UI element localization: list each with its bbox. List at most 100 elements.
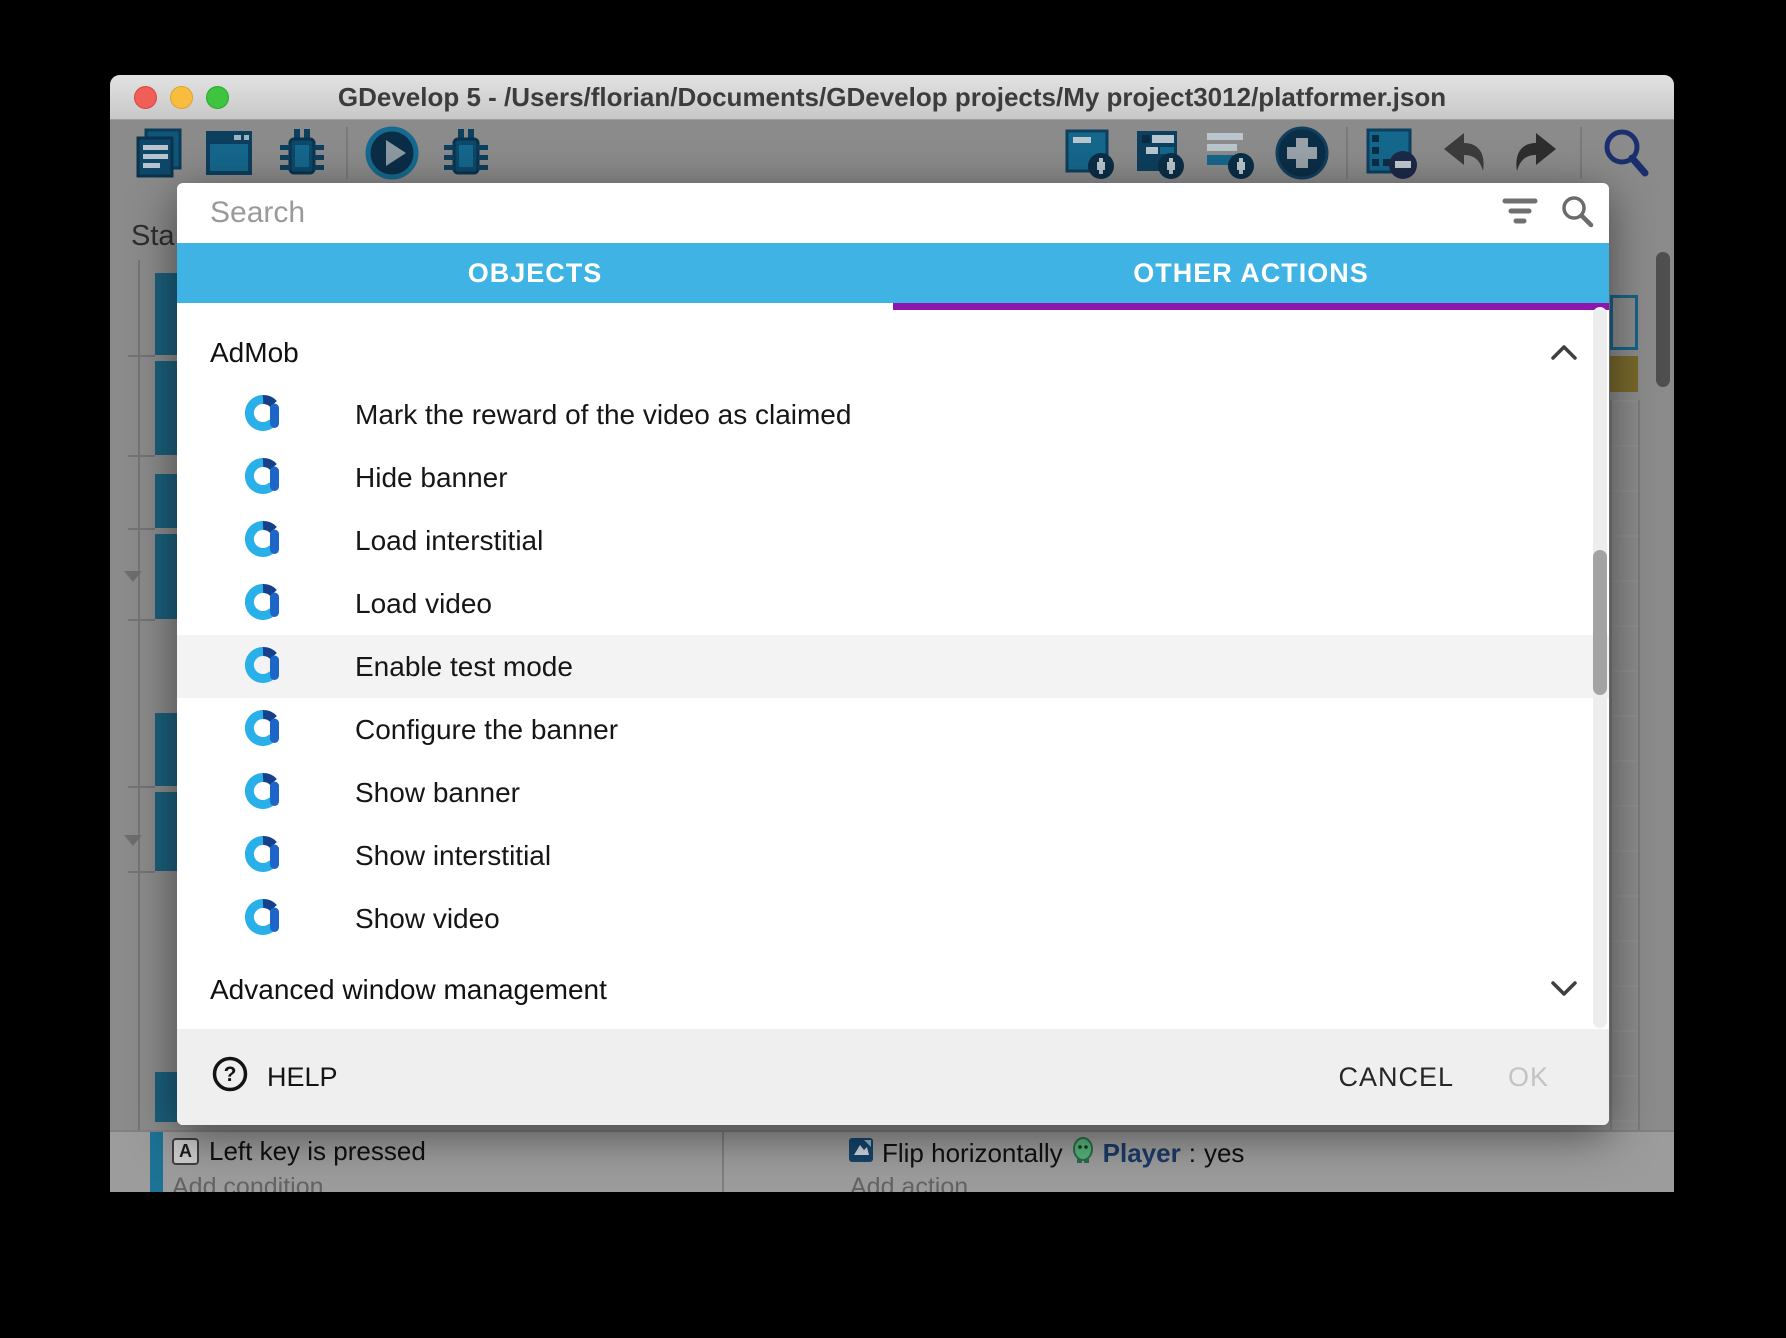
add-event-icon[interactable] <box>1064 125 1118 181</box>
toolbar-separator <box>1580 127 1582 179</box>
search-input[interactable] <box>210 196 1501 230</box>
selected-tab-indicator <box>893 303 1609 310</box>
condition-cell: A Left key is pressed <box>172 1136 426 1167</box>
collapse-arrow-icon <box>124 571 142 582</box>
condition-action-divider <box>722 1132 724 1192</box>
add-sub-event-icon[interactable] <box>1134 125 1188 181</box>
toolbar-separator <box>346 127 348 179</box>
condition-text: Left key is pressed <box>209 1136 426 1167</box>
action-label: Show video <box>355 903 500 935</box>
list-item[interactable]: Load video <box>177 572 1609 635</box>
action-label: Enable test mode <box>355 651 573 683</box>
list-item[interactable]: Configure the banner <box>177 698 1609 761</box>
add-condition-link: Add condition <box>172 1173 324 1192</box>
action-text: Flip horizontally <box>882 1138 1063 1169</box>
action-label: Show interstitial <box>355 840 551 872</box>
window-title: GDevelop 5 - /Users/florian/Documents/GD… <box>110 82 1674 113</box>
debug-preview-icon[interactable] <box>436 125 494 181</box>
search-toolbar-icon[interactable] <box>1598 125 1654 181</box>
admob-icon <box>245 454 283 501</box>
comment-block <box>1610 356 1638 392</box>
tree-tick <box>128 528 155 530</box>
list-item[interactable]: Show banner <box>177 761 1609 824</box>
toolbar-separator <box>1346 127 1348 179</box>
admob-icon <box>245 706 283 753</box>
choose-action-dialog: OBJECTS OTHER ACTIONS AdMob <box>177 183 1609 1125</box>
collapse-arrow-icon <box>124 835 142 846</box>
preview-play-icon[interactable] <box>364 125 420 181</box>
admob-icon <box>245 517 283 564</box>
titlebar: GDevelop 5 - /Users/florian/Documents/GD… <box>110 75 1674 120</box>
admob-icon <box>245 832 283 879</box>
keyboard-key-icon: A <box>172 1138 199 1165</box>
event-row-marker <box>150 1132 163 1192</box>
group-label: AdMob <box>210 337 299 369</box>
editor-scrollbar-thumb[interactable] <box>1656 252 1670 387</box>
tree-tick <box>128 455 155 457</box>
tree-tick <box>128 355 155 357</box>
project-manager-icon[interactable] <box>130 127 186 179</box>
screen: GDevelop 5 - /Users/florian/Documents/GD… <box>0 0 1786 1338</box>
list-item[interactable]: Show interstitial <box>177 824 1609 887</box>
group-header-advanced-window-management[interactable]: Advanced window management <box>177 960 1609 1020</box>
search-bar <box>177 183 1609 243</box>
event-block <box>155 273 177 355</box>
selected-event-outline <box>1610 295 1638 350</box>
admob-icon <box>245 643 283 690</box>
event-block <box>155 361 177 455</box>
background-tab-label: Sta <box>131 220 175 253</box>
event-cells-column <box>1610 400 1640 1130</box>
event-block <box>155 1072 177 1122</box>
action-label: Mark the reward of the video as claimed <box>355 399 851 431</box>
action-cell: Flip horizontally Player : yes <box>848 1136 1244 1171</box>
admob-icon <box>245 895 283 942</box>
list-item[interactable]: Load interstitial <box>177 509 1609 572</box>
help-icon: ? <box>211 1055 249 1100</box>
debugger-icon[interactable] <box>272 125 330 181</box>
event-block <box>155 474 177 528</box>
actions-list: AdMob Mark the reward of the video as cl… <box>177 310 1609 1029</box>
list-item[interactable]: Mark the reward of the video as claimed <box>177 383 1609 446</box>
event-block <box>155 534 177 619</box>
list-item[interactable]: Show video <box>177 887 1609 950</box>
admob-icon <box>245 580 283 627</box>
add-circle-icon[interactable] <box>1274 125 1330 181</box>
event-row: A Left key is pressed Add condition Flip… <box>110 1130 1674 1192</box>
list-item[interactable]: Hide banner <box>177 446 1609 509</box>
tree-tick <box>128 786 155 788</box>
redo-icon[interactable] <box>1508 127 1564 179</box>
search-icon[interactable] <box>1559 193 1595 234</box>
action-value: yes <box>1204 1138 1244 1169</box>
gdevelop-window: GDevelop 5 - /Users/florian/Documents/GD… <box>110 75 1674 1192</box>
action-label: Load interstitial <box>355 525 543 557</box>
chevron-down-icon <box>1549 974 1579 1006</box>
action-label: Load video <box>355 588 492 620</box>
cancel-button[interactable]: CANCEL <box>1338 1062 1454 1093</box>
action-separator: : <box>1189 1138 1196 1169</box>
undo-icon[interactable] <box>1436 127 1492 179</box>
tree-tick <box>128 871 155 873</box>
flip-icon <box>848 1137 874 1170</box>
action-label: Configure the banner <box>355 714 618 746</box>
admob-icon <box>245 769 283 816</box>
group-header-admob[interactable]: AdMob <box>177 323 1609 383</box>
scene-editor-icon[interactable] <box>202 127 256 179</box>
filter-icon[interactable] <box>1501 195 1539 232</box>
action-label: Show banner <box>355 777 520 809</box>
svg-text:?: ? <box>224 1063 237 1086</box>
list-item-selected[interactable]: Enable test mode <box>177 635 1609 698</box>
add-comment-icon[interactable] <box>1204 125 1258 181</box>
toggle-event-icon[interactable] <box>1364 125 1420 181</box>
help-button[interactable]: ? HELP <box>211 1055 338 1100</box>
chevron-up-icon <box>1549 337 1579 369</box>
dialog-scrollbar-thumb[interactable] <box>1593 550 1607 695</box>
tab-other-actions[interactable]: OTHER ACTIONS <box>893 243 1609 303</box>
admob-icon <box>245 391 283 438</box>
ok-button[interactable]: OK <box>1508 1062 1549 1093</box>
event-tree-line <box>138 260 140 1192</box>
dialog-footer: ? HELP CANCEL OK <box>177 1029 1609 1125</box>
tree-tick <box>128 619 155 621</box>
player-object-icon <box>1071 1136 1095 1171</box>
tab-objects[interactable]: OBJECTS <box>177 243 893 303</box>
dialog-tabs: OBJECTS OTHER ACTIONS <box>177 243 1609 303</box>
